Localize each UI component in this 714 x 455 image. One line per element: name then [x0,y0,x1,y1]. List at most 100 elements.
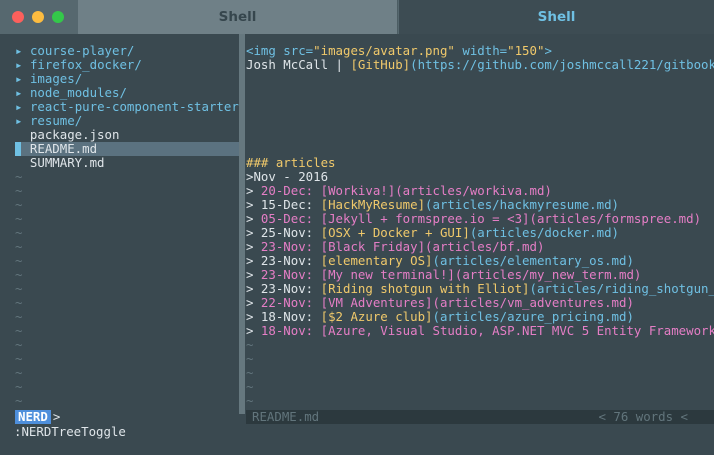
article-link-title: [HackMyResume] [320,197,426,212]
quote-marker: > [246,197,261,212]
github-link-url: (https://github.com/joshmccall221/gitboo… [410,57,714,72]
empty-line-tilde: ~ [15,309,23,324]
empty-line-tilde: ~ [15,267,23,282]
articles-heading: ### articles [246,156,336,170]
tree-item-label: SUMMARY.md [29,155,105,170]
article-date: 22-Nov: [260,295,314,310]
tab-shell-2[interactable]: Shell [399,0,714,34]
tree-item-label: node_modules/ [29,85,127,100]
tree-folder-item[interactable]: ▸ images/ [15,72,82,86]
article-link-title: [OSX + Docker + GUI] [320,225,470,240]
zoom-window-button[interactable] [52,11,64,23]
tree-folder-item[interactable]: ▸ course-player/ [15,44,134,58]
empty-line-tilde: ~ [15,253,23,268]
img-tag-line: <img src="images/avatar.png" width="150"… [246,44,552,58]
tree-folder-item[interactable]: ▸ resume/ [15,114,82,128]
tree-item-label: resume/ [29,113,83,128]
tab-shell-1[interactable]: Shell [78,0,398,34]
article-link-path: (articles/riding_shotgun_ [529,281,714,296]
author-text: Josh McCall | [246,57,351,72]
article-line: > 05-Dec: [Jekyll + formspree.io = <3](a… [246,212,701,226]
article-link-title: [Workiva!] [320,183,396,198]
quote-marker: > [246,211,261,226]
empty-line-tilde: ~ [246,365,254,380]
tree-item-label: images/ [29,71,83,86]
tree-file-item[interactable]: package.json [15,127,120,142]
quote-marker: > [246,309,261,324]
article-link-path: (articles/my_new_term.md) [454,267,642,282]
article-link-path: (articles/docker.md) [469,225,620,240]
status-word-count: < 76 words < [598,409,688,424]
html-attr: src= [275,43,314,58]
article-date: 18-Nov: [260,309,314,324]
empty-line-tilde: ~ [15,197,23,212]
article-link-title: [Azure, Visual Studio, ASP.NET MVC 5 Ent… [320,323,714,338]
mode-badge: NERD [15,410,51,424]
minimize-window-button[interactable] [32,11,44,23]
empty-line-tilde: ~ [246,379,254,394]
tree-file-item[interactable]: SUMMARY.md [15,156,105,170]
empty-line-tilde: ~ [15,183,23,198]
article-line: > 20-Dec: [Workiva!](articles/workiva.md… [246,184,552,198]
terminal-content[interactable]: ▸ course-player/▸ firefox_docker/▸ image… [0,34,714,455]
empty-line-tilde: ~ [246,351,254,366]
article-date: 05-Dec: [260,211,314,226]
article-link-path: (articles/workiva.md) [395,183,552,198]
quote-marker: > [246,267,261,282]
mode-separator: > [52,409,61,424]
status-filename: README.md [252,409,320,424]
article-link-title: [Black Friday] [320,239,426,254]
empty-line-tilde: ~ [15,295,23,310]
close-window-button[interactable] [12,11,24,23]
empty-line-tilde: ~ [246,393,254,408]
empty-line-tilde: ~ [15,365,23,380]
tree-item-label: firefox_docker/ [29,57,142,72]
article-link-title: [Riding shotgun with Elliot] [320,281,530,296]
heading-text: ### articles [246,155,336,170]
tree-item-label: package.json [29,127,120,142]
tree-file-item[interactable]: README.md [15,142,97,156]
article-date: 23-Nov: [260,267,314,282]
article-date: 25-Nov: [260,225,314,240]
editor-pane[interactable]: <img src="images/avatar.png" width="150"… [246,34,714,414]
article-line: > 18-Nov: [$2 Azure club](articles/azure… [246,310,634,324]
article-date: 23-Nov: [260,281,314,296]
quote-marker: > [246,295,261,310]
article-line: > 23-Nov: [Riding shotgun with Elliot](a… [246,282,714,296]
nerdtree-statusline: NERD > [15,410,60,424]
article-line: > 18-Nov: [Azure, Visual Studio, ASP.NET… [246,324,714,338]
tree-folder-item[interactable]: ▸ node_modules/ [15,86,127,100]
quote-marker: > [246,253,261,268]
author-line: Josh McCall | [GitHub](https://github.co… [246,58,714,72]
tree-item-label: react-pure-component-starter/ [29,99,239,114]
article-date: 18-Nov: [260,323,314,338]
tree-folder-item[interactable]: ▸ firefox_docker/ [15,58,142,72]
empty-line-tilde: ~ [15,337,23,352]
article-link-path: (articles/azure_pricing.md) [432,309,634,324]
quote-marker: > [246,323,261,338]
pane-divider[interactable] [239,34,245,414]
tree-item-label: course-player/ [29,43,135,58]
tree-item-label: README.md [29,141,98,156]
editor-statusline: README.md < 76 words < [246,410,714,424]
empty-line-tilde: ~ [15,393,23,408]
article-link-title: [Jekyll + formspree.io = <3] [320,211,530,226]
empty-line-tilde: ~ [15,169,23,184]
empty-line-tilde: ~ [246,337,254,352]
tree-folder-item[interactable]: ▸ react-pure-component-starter/ [15,100,239,114]
article-link-title: [elementary OS] [320,253,433,268]
article-link-title: [VM Adventures] [320,295,433,310]
quote-marker: > [246,183,261,198]
command-line[interactable]: :NERDTreeToggle [14,425,126,439]
article-date: 23-Nov: [260,253,314,268]
nerdtree-pane[interactable]: ▸ course-player/▸ firefox_docker/▸ image… [0,34,239,444]
article-link-path: (articles/elementary_os.md) [432,253,634,268]
article-line: > 15-Dec: [HackMyResume](articles/hackmy… [246,198,619,212]
html-attr-value: "150" [507,43,545,58]
article-date: 23-Nov: [260,239,314,254]
month-heading: >Nov - 2016 [246,170,328,184]
quote-marker: > [246,225,261,240]
window-controls [12,11,64,23]
article-link-path: (articles/bf.md) [425,239,545,254]
article-line: > 23-Nov: [My new terminal!](articles/my… [246,268,641,282]
